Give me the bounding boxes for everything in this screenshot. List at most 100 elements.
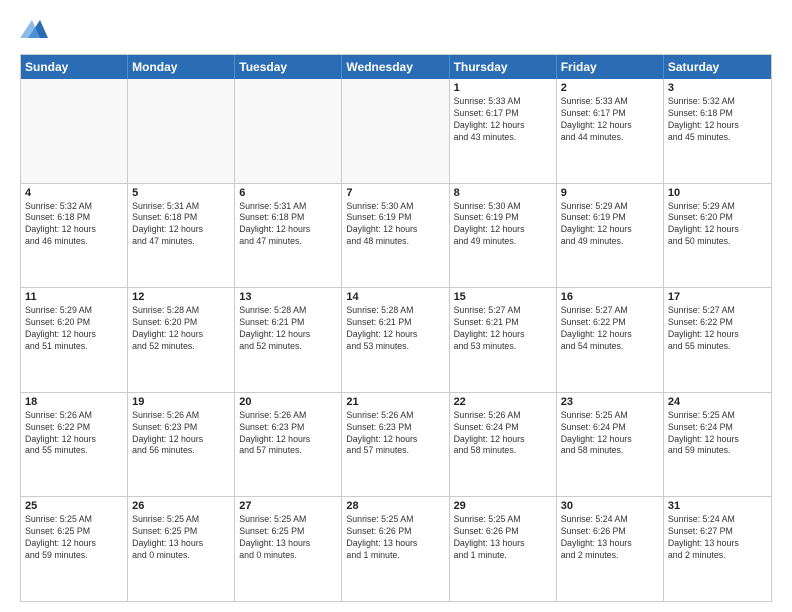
- page: SundayMondayTuesdayWednesdayThursdayFrid…: [0, 0, 792, 612]
- day-number: 25: [25, 500, 123, 512]
- day-info: Sunrise: 5:28 AM Sunset: 6:21 PM Dayligh…: [346, 305, 444, 353]
- day-info: Sunrise: 5:28 AM Sunset: 6:20 PM Dayligh…: [132, 305, 230, 353]
- day-cell-2: 2 Sunrise: 5:33 AM Sunset: 6:17 PM Daylig…: [557, 79, 664, 183]
- day-info: Sunrise: 5:30 AM Sunset: 6:19 PM Dayligh…: [454, 201, 552, 249]
- day-info: Sunrise: 5:26 AM Sunset: 6:24 PM Dayligh…: [454, 410, 552, 458]
- day-cell-16: 16Sunrise: 5:27 AM Sunset: 6:22 PM Dayli…: [557, 288, 664, 392]
- day-info: Sunrise: 5:30 AM Sunset: 6:19 PM Dayligh…: [346, 201, 444, 249]
- day-number: 21: [346, 396, 444, 408]
- day-cell-17: 17 Sunrise: 5:27 AM Sunset: 6:22 PM Dayli…: [664, 288, 771, 392]
- day-number: 13: [239, 291, 337, 303]
- day-number: 20: [239, 396, 337, 408]
- day-info: Sunrise: 5:27 AM Sunset: 6:22 PM Dayligh…: [668, 305, 767, 353]
- day-number: 7: [346, 187, 444, 199]
- calendar-row-4: 18 Sunrise: 5:26 AM Sunset: 6:22 PM Dayli…: [21, 393, 771, 498]
- header-day-tuesday: Tuesday: [235, 55, 342, 79]
- header-day-monday: Monday: [128, 55, 235, 79]
- day-cell-12: 12 Sunrise: 5:28 AM Sunset: 6:20 PM Dayli…: [128, 288, 235, 392]
- logo-icon: [20, 16, 48, 44]
- day-number: 11: [25, 291, 123, 303]
- day-cell-3: 3 Sunrise: 5:32 AM Sunset: 6:18 PM Daylig…: [664, 79, 771, 183]
- day-info: Sunrise: 5:32 AM Sunset: 6:18 PM Dayligh…: [668, 96, 767, 144]
- header-day-thursday: Thursday: [450, 55, 557, 79]
- day-info: Sunrise: 5:29 AM Sunset: 6:19 PM Dayligh…: [561, 201, 659, 249]
- day-number: 18: [25, 396, 123, 408]
- calendar: SundayMondayTuesdayWednesdayThursdayFrid…: [20, 54, 772, 602]
- day-cell-22: 22 Sunrise: 5:26 AM Sunset: 6:24 PM Dayli…: [450, 393, 557, 497]
- day-info: Sunrise: 5:29 AM Sunset: 6:20 PM Dayligh…: [25, 305, 123, 353]
- day-number: 4: [25, 187, 123, 199]
- day-number: 1: [454, 82, 552, 94]
- day-info: Sunrise: 5:29 AM Sunset: 6:20 PM Dayligh…: [668, 201, 767, 249]
- day-number: 10: [668, 187, 767, 199]
- day-number: 2: [561, 82, 659, 94]
- day-number: 14: [346, 291, 444, 303]
- header-day-friday: Friday: [557, 55, 664, 79]
- day-info: Sunrise: 5:25 AM Sunset: 6:25 PM Dayligh…: [25, 514, 123, 562]
- day-cell-29: 29 Sunrise: 5:25 AM Sunset: 6:26 PM Dayli…: [450, 497, 557, 601]
- calendar-row-5: 25 Sunrise: 5:25 AM Sunset: 6:25 PM Dayli…: [21, 497, 771, 601]
- day-cell-25: 25 Sunrise: 5:25 AM Sunset: 6:25 PM Dayli…: [21, 497, 128, 601]
- calendar-row-3: 11 Sunrise: 5:29 AM Sunset: 6:20 PM Dayli…: [21, 288, 771, 393]
- day-info: Sunrise: 5:24 AM Sunset: 6:27 PM Dayligh…: [668, 514, 767, 562]
- header-day-saturday: Saturday: [664, 55, 771, 79]
- day-cell-26: 26Sunrise: 5:25 AM Sunset: 6:25 PM Dayli…: [128, 497, 235, 601]
- day-number: 8: [454, 187, 552, 199]
- day-info: Sunrise: 5:25 AM Sunset: 6:26 PM Dayligh…: [346, 514, 444, 562]
- day-info: Sunrise: 5:32 AM Sunset: 6:18 PM Dayligh…: [25, 201, 123, 249]
- day-cell-6: 6Sunrise: 5:31 AM Sunset: 6:18 PM Daylig…: [235, 184, 342, 288]
- day-cell-30: 30 Sunrise: 5:24 AM Sunset: 6:26 PM Dayli…: [557, 497, 664, 601]
- day-cell-10: 10 Sunrise: 5:29 AM Sunset: 6:20 PM Dayli…: [664, 184, 771, 288]
- header-day-sunday: Sunday: [21, 55, 128, 79]
- day-info: Sunrise: 5:33 AM Sunset: 6:17 PM Dayligh…: [454, 96, 552, 144]
- day-number: 30: [561, 500, 659, 512]
- day-info: Sunrise: 5:26 AM Sunset: 6:23 PM Dayligh…: [239, 410, 337, 458]
- day-info: Sunrise: 5:24 AM Sunset: 6:26 PM Dayligh…: [561, 514, 659, 562]
- day-cell-19: 19 Sunrise: 5:26 AM Sunset: 6:23 PM Dayli…: [128, 393, 235, 497]
- day-number: 28: [346, 500, 444, 512]
- header: [20, 16, 772, 44]
- day-cell-15: 15Sunrise: 5:27 AM Sunset: 6:21 PM Dayli…: [450, 288, 557, 392]
- day-number: 19: [132, 396, 230, 408]
- day-cell-7: 7 Sunrise: 5:30 AM Sunset: 6:19 PM Daylig…: [342, 184, 449, 288]
- day-info: Sunrise: 5:27 AM Sunset: 6:21 PM Dayligh…: [454, 305, 552, 353]
- day-cell-8: 8 Sunrise: 5:30 AM Sunset: 6:19 PM Daylig…: [450, 184, 557, 288]
- day-cell-5: 5 Sunrise: 5:31 AM Sunset: 6:18 PM Daylig…: [128, 184, 235, 288]
- day-info: Sunrise: 5:26 AM Sunset: 6:23 PM Dayligh…: [132, 410, 230, 458]
- day-info: Sunrise: 5:31 AM Sunset: 6:18 PM Dayligh…: [239, 201, 337, 249]
- day-info: Sunrise: 5:33 AM Sunset: 6:17 PM Dayligh…: [561, 96, 659, 144]
- day-number: 9: [561, 187, 659, 199]
- day-info: Sunrise: 5:26 AM Sunset: 6:22 PM Dayligh…: [25, 410, 123, 458]
- calendar-body: 1 Sunrise: 5:33 AM Sunset: 6:17 PM Daylig…: [21, 79, 771, 601]
- day-number: 5: [132, 187, 230, 199]
- day-number: 29: [454, 500, 552, 512]
- day-cell-14: 14 Sunrise: 5:28 AM Sunset: 6:21 PM Dayli…: [342, 288, 449, 392]
- day-number: 3: [668, 82, 767, 94]
- day-number: 22: [454, 396, 552, 408]
- day-number: 27: [239, 500, 337, 512]
- empty-cell: [128, 79, 235, 183]
- day-number: 12: [132, 291, 230, 303]
- day-number: 17: [668, 291, 767, 303]
- day-number: 26: [132, 500, 230, 512]
- day-cell-24: 24Sunrise: 5:25 AM Sunset: 6:24 PM Dayli…: [664, 393, 771, 497]
- day-cell-23: 23Sunrise: 5:25 AM Sunset: 6:24 PM Dayli…: [557, 393, 664, 497]
- day-info: Sunrise: 5:25 AM Sunset: 6:26 PM Dayligh…: [454, 514, 552, 562]
- day-info: Sunrise: 5:28 AM Sunset: 6:21 PM Dayligh…: [239, 305, 337, 353]
- calendar-row-2: 4 Sunrise: 5:32 AM Sunset: 6:18 PM Daylig…: [21, 184, 771, 289]
- day-cell-27: 27Sunrise: 5:25 AM Sunset: 6:25 PM Dayli…: [235, 497, 342, 601]
- day-cell-4: 4 Sunrise: 5:32 AM Sunset: 6:18 PM Daylig…: [21, 184, 128, 288]
- day-cell-9: 9 Sunrise: 5:29 AM Sunset: 6:19 PM Daylig…: [557, 184, 664, 288]
- day-cell-11: 11 Sunrise: 5:29 AM Sunset: 6:20 PM Dayli…: [21, 288, 128, 392]
- day-number: 16: [561, 291, 659, 303]
- day-cell-28: 28 Sunrise: 5:25 AM Sunset: 6:26 PM Dayli…: [342, 497, 449, 601]
- day-cell-21: 21Sunrise: 5:26 AM Sunset: 6:23 PM Dayli…: [342, 393, 449, 497]
- calendar-header: SundayMondayTuesdayWednesdayThursdayFrid…: [21, 55, 771, 79]
- header-day-wednesday: Wednesday: [342, 55, 449, 79]
- empty-cell: [235, 79, 342, 183]
- day-cell-1: 1 Sunrise: 5:33 AM Sunset: 6:17 PM Daylig…: [450, 79, 557, 183]
- day-info: Sunrise: 5:31 AM Sunset: 6:18 PM Dayligh…: [132, 201, 230, 249]
- empty-cell: [342, 79, 449, 183]
- day-number: 24: [668, 396, 767, 408]
- day-cell-20: 20 Sunrise: 5:26 AM Sunset: 6:23 PM Dayli…: [235, 393, 342, 497]
